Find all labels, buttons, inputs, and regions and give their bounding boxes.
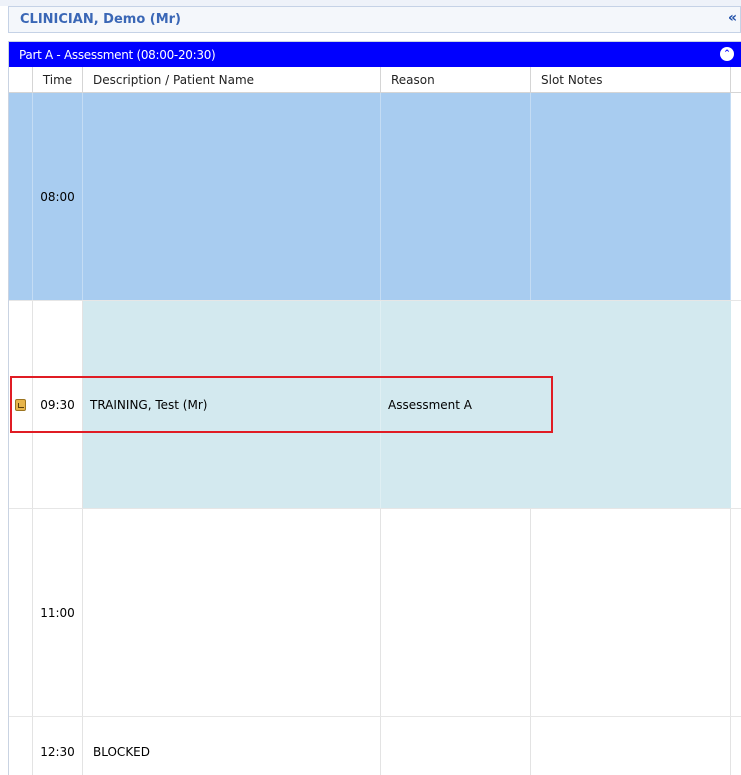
table-row[interactable]: 11:00 (9, 509, 741, 717)
description-cell[interactable] (83, 509, 381, 716)
time-cell: 09:30 (33, 301, 83, 508)
session-panel: Part A - Assessment (08:00-20:30) ⌃ Time… (8, 41, 741, 775)
icon-column-header (9, 67, 33, 93)
description-cell[interactable] (83, 93, 381, 300)
slot-notes-column-header[interactable]: Slot Notes (531, 67, 731, 93)
row-icon-cell (9, 717, 33, 775)
table-row[interactable]: 09:30 TRAINING, Test (Mr) Assessment A (9, 301, 741, 509)
time-cell: 11:00 (33, 509, 83, 716)
row-icon-cell (9, 93, 33, 300)
slot-notes-cell (531, 717, 731, 775)
slot-notes-cell (531, 301, 731, 508)
row-icon-cell (9, 509, 33, 716)
session-title: Part A - Assessment (08:00-20:30) (19, 48, 216, 62)
description-cell[interactable]: BLOCKED (83, 717, 381, 775)
time-cell: 08:00 (33, 93, 83, 300)
clinician-name[interactable]: CLINICIAN, Demo (Mr) (20, 12, 181, 27)
column-header-row: Time Description / Patient Name Reason S… (9, 67, 741, 93)
patient-name-cell[interactable]: TRAINING, Test (Mr) (83, 301, 381, 508)
slot-notes-cell (531, 509, 731, 716)
row-icon-cell (9, 301, 33, 508)
clinician-bar: CLINICIAN, Demo (Mr) « (8, 6, 741, 33)
double-chevron-left-icon[interactable]: « (728, 11, 737, 25)
table-row[interactable]: 12:30 BLOCKED (9, 717, 741, 775)
reason-cell (381, 93, 531, 300)
table-row[interactable]: 08:00 (9, 93, 741, 301)
time-column-header[interactable]: Time (33, 67, 83, 93)
reason-cell (381, 509, 531, 716)
appointment-icon[interactable] (15, 398, 26, 411)
time-cell: 12:30 (33, 717, 83, 775)
slot-notes-cell (531, 93, 731, 300)
circle-chevron-up-icon[interactable]: ⌃ (720, 47, 734, 61)
reason-column-header[interactable]: Reason (381, 67, 531, 93)
session-header[interactable]: Part A - Assessment (08:00-20:30) ⌃ (9, 42, 741, 67)
description-column-header[interactable]: Description / Patient Name (83, 67, 381, 93)
reason-cell: Assessment A (381, 301, 531, 508)
reason-cell (381, 717, 531, 775)
